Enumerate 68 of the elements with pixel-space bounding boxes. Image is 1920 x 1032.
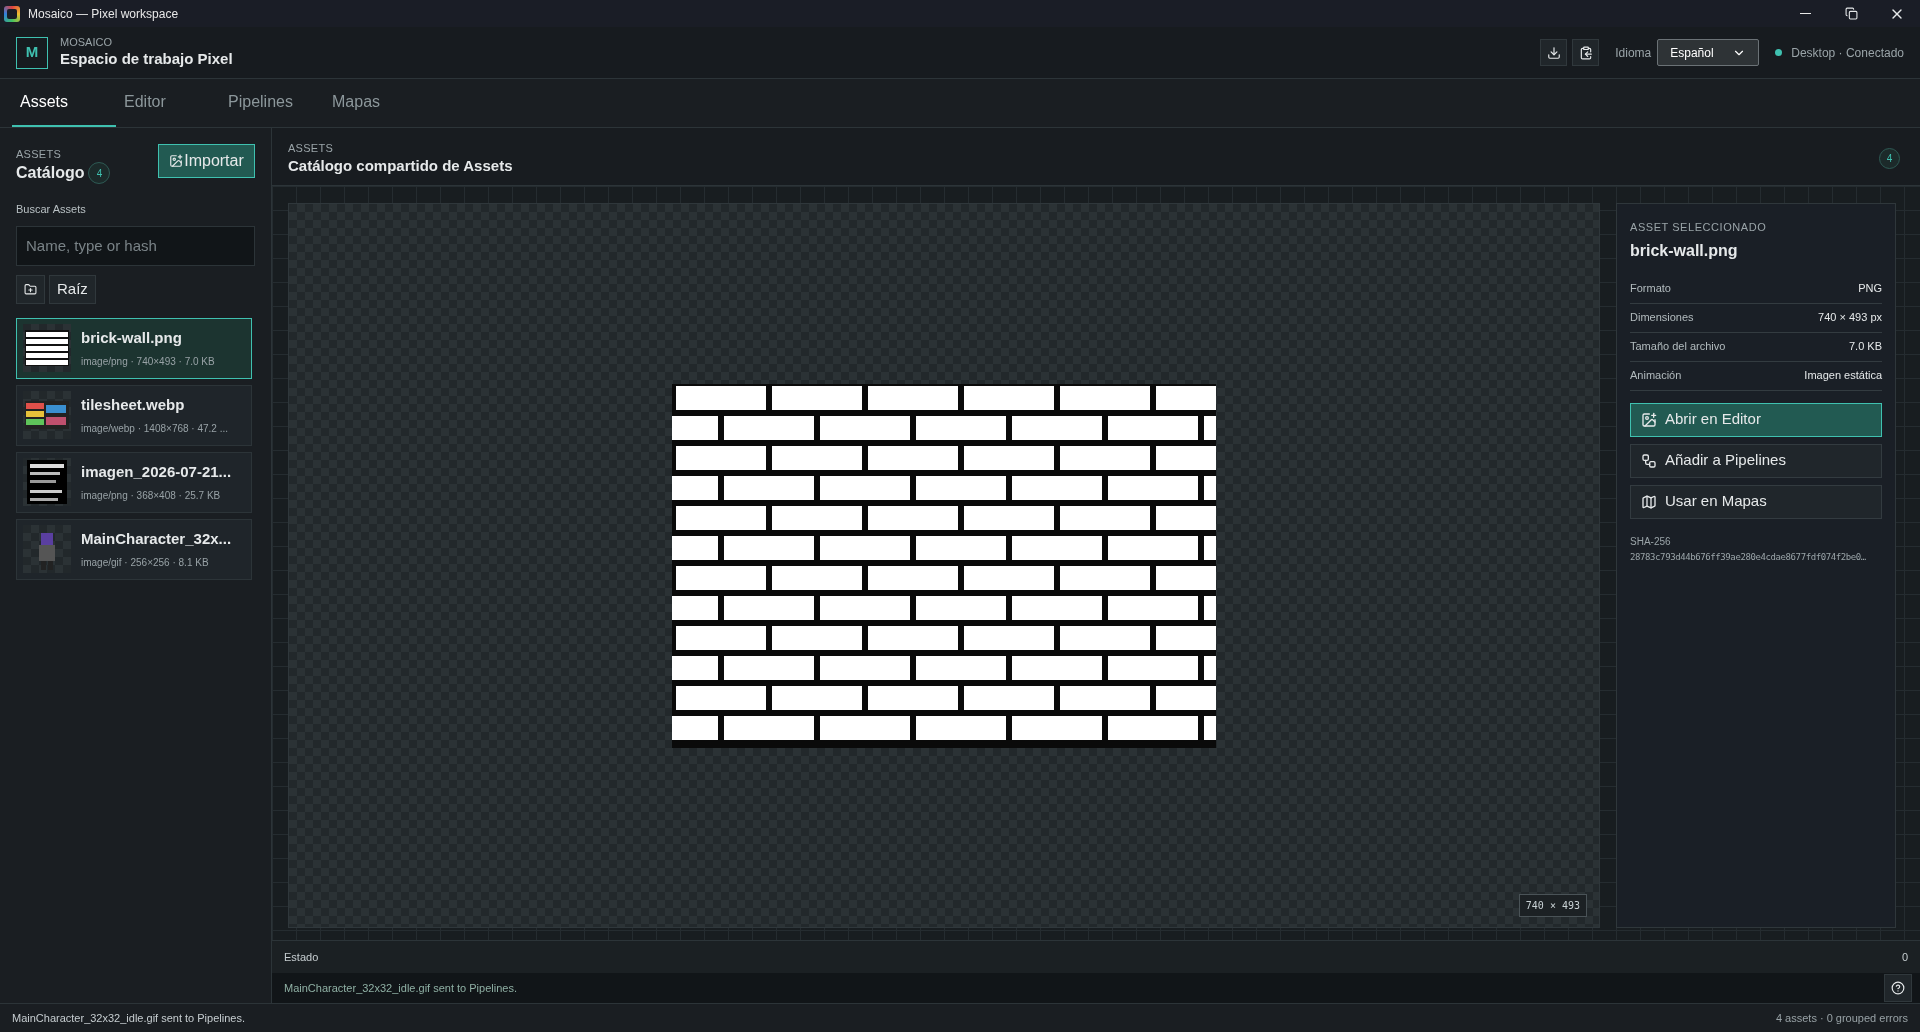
nav-tab[interactable]: Editor bbox=[116, 79, 220, 127]
asset-item[interactable]: tilesheet.webp image/webp · 1408×768 · 47.2 ... bbox=[16, 384, 252, 446]
help-button[interactable] bbox=[1884, 974, 1912, 1002]
status-bar-message: MainCharacter_32x32_idle.gif sent to Pipelines. bbox=[12, 1010, 245, 1026]
asset-item[interactable]: brick-wall.png image/png · 740×493 · 7.0 KB bbox=[16, 317, 252, 379]
language-label: Idioma bbox=[1615, 44, 1652, 62]
detail-label: Dimensiones bbox=[1630, 310, 1694, 326]
search-field[interactable]: Name, type or hash bbox=[16, 225, 255, 266]
detail-value: PNG bbox=[1858, 281, 1882, 297]
detail-label: Animación bbox=[1630, 368, 1682, 384]
new-folder-button[interactable] bbox=[16, 274, 45, 304]
detail-value: Imagen estática bbox=[1804, 368, 1882, 384]
count-badge: 4 bbox=[1879, 148, 1900, 169]
action-button[interactable]: Añadir a Pipelines bbox=[1630, 443, 1882, 478]
status-bar-summary: 4 assets · 0 grouped errors bbox=[1775, 1010, 1908, 1026]
minimize-icon bbox=[1799, 13, 1811, 14]
connection-status: Desktop · Conectado bbox=[1791, 44, 1904, 62]
hash-label: SHA-256 bbox=[1630, 534, 1672, 549]
hash-value: 28783c793d44b676ff39ae280e4cdae8677fdf074f2be0… bbox=[1630, 550, 1867, 564]
nav-tab[interactable]: Pipelines bbox=[220, 79, 324, 127]
app-logo-icon bbox=[4, 5, 20, 22]
asset-item[interactable]: MainCharacter_32x... image/gif · 256×256 · 8.1 KB bbox=[16, 518, 252, 580]
image-plus-icon bbox=[169, 154, 184, 168]
asset-name: imagen_2026-07-21... bbox=[81, 462, 232, 483]
clipboard-button[interactable] bbox=[1572, 39, 1600, 66]
restore-icon bbox=[1844, 7, 1858, 20]
brand-label: MOSAICO bbox=[60, 36, 113, 49]
logo-badge: M bbox=[16, 36, 48, 69]
image-plus-icon bbox=[1641, 411, 1657, 428]
detail-value: 740 × 493 px bbox=[1818, 310, 1882, 326]
detail-value: 7.0 KB bbox=[1848, 339, 1882, 355]
download-icon bbox=[1546, 45, 1561, 60]
asset-meta: image/gif · 256×256 · 8.1 KB bbox=[81, 555, 210, 570]
status-title: Estado bbox=[284, 949, 319, 965]
download-button[interactable] bbox=[1540, 39, 1568, 66]
clipboard-icon bbox=[1578, 45, 1593, 60]
language-select[interactable]: Español bbox=[1657, 39, 1760, 66]
import-button[interactable]: Importar bbox=[158, 144, 255, 178]
status-message: MainCharacter_32x32_idle.gif sent to Pipelines. bbox=[284, 980, 517, 996]
asset-name: brick-wall.png bbox=[81, 328, 183, 349]
dimension-badge: 740 × 493 bbox=[1518, 894, 1587, 917]
nav-tab[interactable]: Mapas bbox=[324, 79, 428, 127]
workflow-icon bbox=[1641, 452, 1657, 469]
detail-label: Tamaño del archivo bbox=[1630, 339, 1726, 355]
workspace-title: Espacio de trabajo Pixel bbox=[60, 49, 233, 69]
asset-name: tilesheet.webp bbox=[81, 395, 186, 416]
asset-meta: image/png · 368×408 · 25.7 KB bbox=[81, 488, 222, 503]
asset-name: MainCharacter_32x... bbox=[81, 529, 232, 550]
window-title: Mosaico — Pixel workspace bbox=[28, 5, 179, 23]
search-label: Buscar Assets bbox=[16, 202, 87, 217]
status-count: 0 bbox=[1901, 949, 1908, 965]
asset-meta: image/png · 740×493 · 7.0 KB bbox=[81, 354, 215, 369]
detail-label: Formato bbox=[1630, 281, 1671, 297]
root-folder-button[interactable]: Raíz bbox=[49, 274, 96, 304]
folder-plus-icon bbox=[24, 282, 37, 296]
map-icon bbox=[1641, 493, 1657, 510]
section-label: ASSET SELECCIONADO bbox=[1630, 220, 1768, 235]
section-label: ASSETS bbox=[16, 148, 63, 161]
asset-title: brick-wall.png bbox=[1630, 240, 1739, 261]
asset-meta: image/webp · 1408×768 · 47.2 ... bbox=[81, 421, 229, 436]
catalog-title: Catálogo bbox=[16, 163, 85, 183]
count-badge: 4 bbox=[88, 162, 111, 184]
asset-item[interactable]: imagen_2026-07-21... image/png · 368×408 · 25.7 KB bbox=[16, 451, 252, 513]
action-button[interactable]: Usar en Mapas bbox=[1630, 484, 1882, 519]
section-label: ASSETS bbox=[288, 142, 335, 155]
catalog-title: Catálogo compartido de Assets bbox=[288, 156, 513, 176]
help-icon bbox=[1891, 981, 1905, 995]
action-button[interactable]: Abrir en Editor bbox=[1630, 402, 1882, 437]
